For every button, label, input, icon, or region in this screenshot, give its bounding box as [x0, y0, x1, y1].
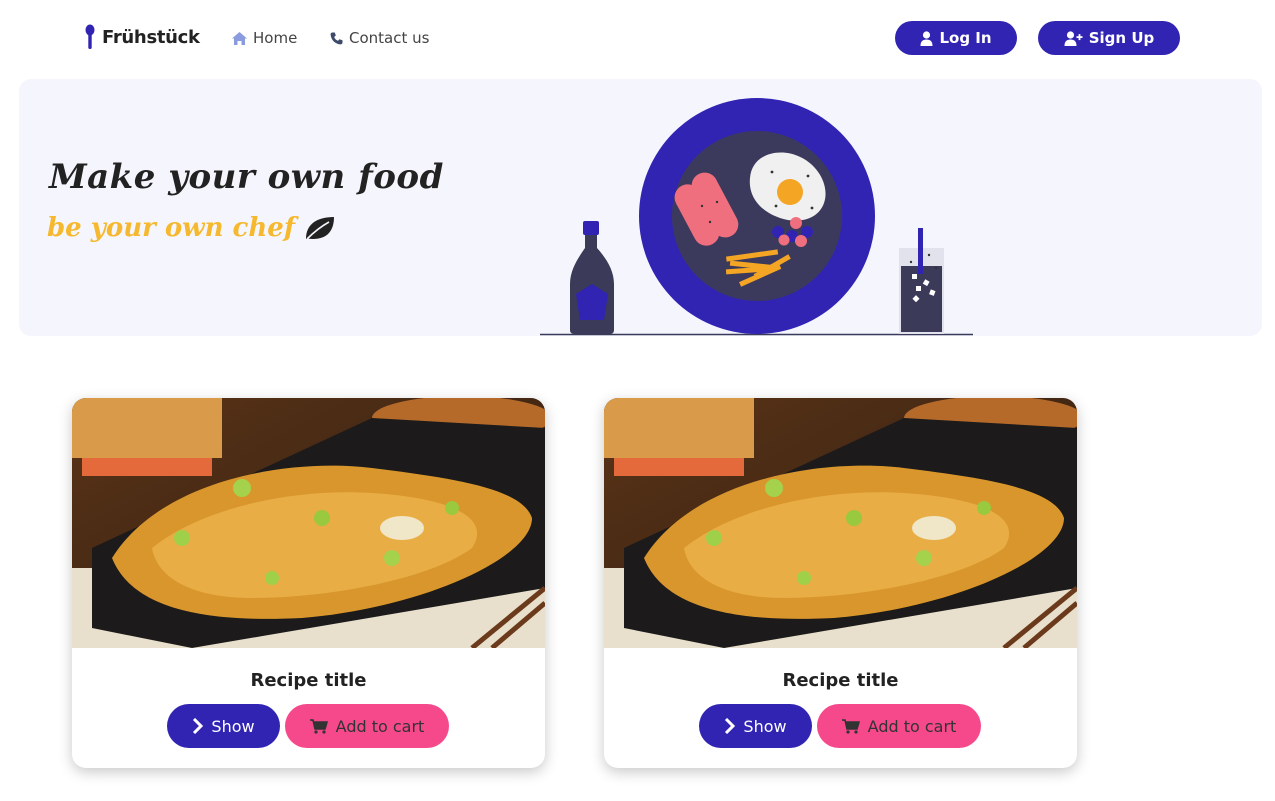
navbar: Frühstück Home Contact us Log In Sign Up	[0, 0, 1275, 78]
cart-label: Add to cart	[867, 716, 957, 736]
show-button[interactable]: Show	[167, 704, 280, 748]
nav-link-label: Contact us	[349, 29, 430, 47]
user-icon	[920, 30, 933, 46]
nav-link-label: Home	[253, 29, 298, 47]
recipe-image	[604, 398, 1077, 648]
spoon-icon	[85, 24, 95, 49]
signup-button[interactable]: Sign Up	[1038, 21, 1180, 55]
brand-logo[interactable]: Frühstück	[84, 24, 200, 50]
recipe-title: Recipe title	[782, 670, 899, 691]
recipe-card: Recipe title Show Add to cart	[72, 398, 545, 768]
login-label: Log In	[939, 29, 992, 47]
plate	[639, 98, 875, 334]
show-label: Show	[743, 716, 787, 736]
leaf-icon	[306, 217, 335, 240]
add-to-cart-button[interactable]: Add to cart	[817, 704, 981, 748]
hero-subtitle: be your own chef	[47, 213, 337, 243]
nav-link-home[interactable]: Home	[232, 29, 297, 47]
recipe-card: Recipe title Show Add to cart	[604, 398, 1077, 768]
add-to-cart-button[interactable]: Add to cart	[285, 704, 449, 748]
login-button[interactable]: Log In	[895, 21, 1017, 55]
chevron-right-icon	[725, 718, 736, 734]
cart-icon	[309, 718, 328, 734]
brand-name: Frühstück	[102, 26, 200, 48]
breakfast-illustration	[540, 98, 973, 336]
home-icon	[232, 31, 247, 45]
show-button[interactable]: Show	[699, 704, 812, 748]
show-label: Show	[211, 716, 255, 736]
cart-label: Add to cart	[335, 716, 425, 736]
cart-icon	[841, 718, 860, 734]
chevron-right-icon	[193, 718, 204, 734]
hero-title: Make your own food	[49, 157, 444, 197]
phone-icon	[330, 32, 343, 44]
signup-label: Sign Up	[1088, 29, 1155, 47]
sauce-bottle	[570, 221, 614, 334]
user-plus-icon	[1064, 30, 1083, 46]
nav-link-contact[interactable]: Contact us	[330, 29, 429, 47]
hero-banner: Make your own food be your own chef	[19, 79, 1262, 336]
drink-glass	[899, 228, 944, 334]
hero-subtitle-text: be your own chef	[47, 213, 296, 243]
recipe-image	[72, 398, 545, 648]
recipe-title: Recipe title	[250, 670, 367, 691]
